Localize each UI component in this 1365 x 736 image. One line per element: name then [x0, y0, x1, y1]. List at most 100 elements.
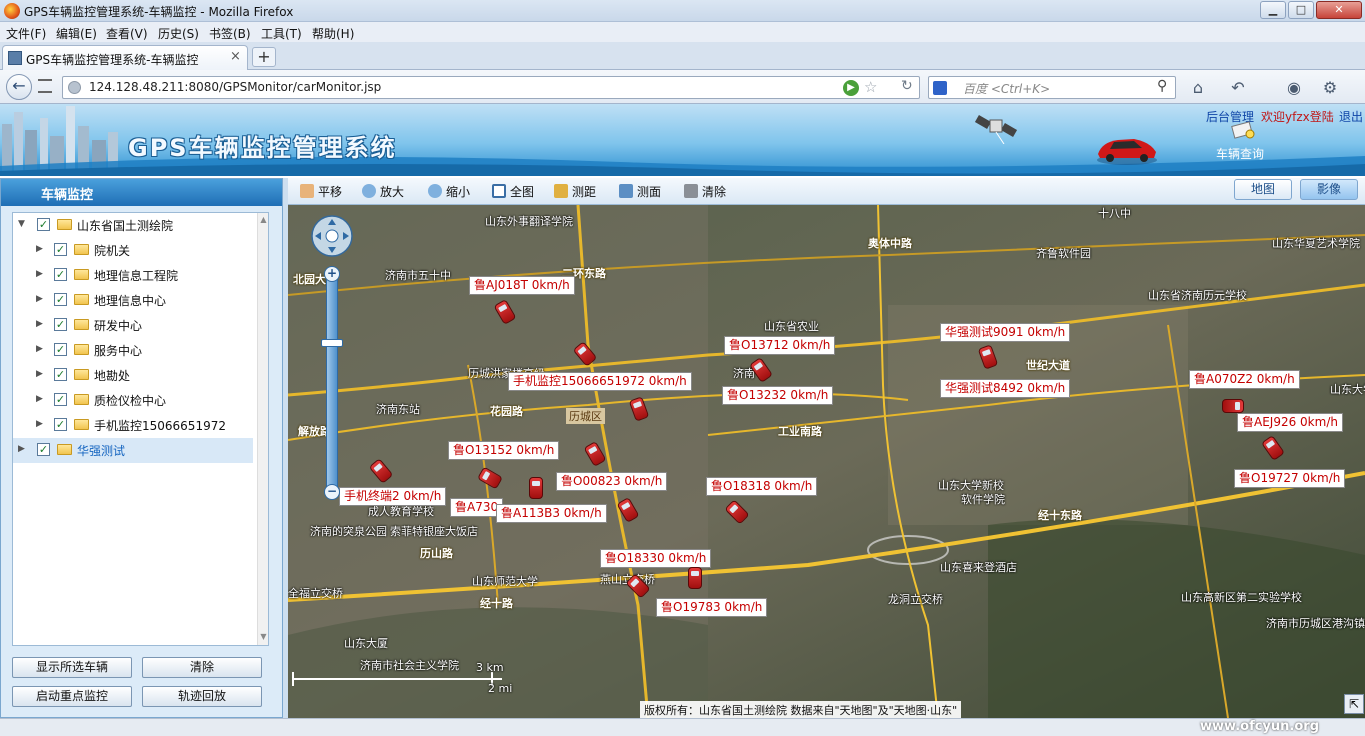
vehicle-label[interactable]: 鲁O13152 0km/h	[448, 441, 560, 460]
tree-node-selected[interactable]: ▶ ✓ 华强测试	[13, 438, 253, 463]
tree-node-label[interactable]: 服务中心	[94, 342, 142, 359]
go-arrow-icon[interactable]: ▶	[843, 80, 859, 96]
pan-control[interactable]	[309, 213, 355, 259]
menu-history[interactable]: 历史(S)	[158, 25, 199, 42]
tree-node[interactable]: ▶ ✓ 地勘处	[13, 363, 253, 388]
zoom-out-icon[interactable]: −	[324, 484, 340, 500]
expand-triangle-icon[interactable]: ▶	[36, 394, 43, 404]
vehicle-label[interactable]: 鲁AEJ926 0km/h	[1237, 413, 1343, 432]
expand-triangle-icon[interactable]: ▶	[36, 244, 43, 254]
tree-checkbox[interactable]: ✓	[54, 368, 67, 381]
scroll-up-arrow-icon[interactable]: ▲	[258, 215, 268, 224]
menu-bookmarks[interactable]: 书签(B)	[209, 25, 251, 42]
tab-close-icon[interactable]: ×	[230, 49, 241, 64]
browser-tab[interactable]: GPS车辆监控管理系统-车辆监控 ×	[2, 45, 248, 70]
zoom-in-tool[interactable]: 放大	[362, 183, 404, 201]
tree-checkbox[interactable]: ✓	[54, 418, 67, 431]
minimize-button[interactable]: ▁	[1260, 1, 1286, 19]
menu-file[interactable]: 文件(F)	[6, 25, 46, 42]
tree-scrollbar[interactable]: ▲ ▼	[257, 213, 268, 645]
track-playback-button[interactable]: 轨迹回放	[142, 686, 262, 707]
vehicle-label[interactable]: 鲁O19783 0km/h	[656, 598, 768, 617]
zoom-out-tool[interactable]: 缩小	[428, 183, 470, 201]
start-key-monitor-button[interactable]: 启动重点监控	[12, 686, 132, 707]
vehicle-query-link[interactable]: 车辆查询	[1216, 145, 1264, 162]
satellite-view-tab[interactable]: 影像	[1300, 179, 1358, 200]
expand-triangle-icon[interactable]: ▶	[36, 344, 43, 354]
measure-area-tool[interactable]: 测面	[619, 183, 661, 201]
vehicle-label[interactable]: 鲁O13232 0km/h	[722, 386, 834, 405]
menu-view[interactable]: 查看(V)	[106, 25, 148, 42]
menu-tools[interactable]: 工具(T)	[261, 25, 302, 42]
back-arrow-icon[interactable]: ←	[6, 74, 32, 100]
tree-node-label[interactable]: 山东省国土测绘院	[77, 217, 173, 234]
url-text[interactable]: 124.128.48.211:8080/GPSMonitor/carMonito…	[89, 80, 381, 94]
measure-distance-tool[interactable]: 测距	[554, 183, 596, 201]
logout-link[interactable]: 退出	[1339, 108, 1363, 125]
expand-triangle-icon[interactable]: ▶	[36, 269, 43, 279]
close-window-button[interactable]: ✕	[1316, 1, 1362, 19]
history-list-icon[interactable]	[38, 79, 52, 93]
bookmark-star-icon[interactable]: ☆	[864, 78, 877, 96]
vehicle-label[interactable]: 鲁A113B3 0km/h	[496, 504, 607, 523]
satellite-map[interactable]: 山东外事翻译学院 济南市五十中 山东省农业 历城洪家楼高级 济南东站 历城区 山…	[288, 205, 1365, 718]
reload-icon[interactable]: ↻	[901, 78, 913, 94]
vehicle-label[interactable]: 手机终端2 0km/h	[339, 487, 447, 506]
tree-checkbox[interactable]: ✓	[54, 318, 67, 331]
vehicle-label[interactable]: 鲁O00823 0km/h	[556, 472, 668, 491]
maximize-button[interactable]: □	[1288, 1, 1314, 19]
addon-icon[interactable]: ◉	[1284, 78, 1304, 98]
tree-node-label[interactable]: 华强测试	[77, 442, 125, 459]
vehicle-query-icon[interactable]	[1230, 120, 1256, 140]
tree-node[interactable]: ▶ ✓ 质检仪检中心	[13, 388, 253, 413]
scroll-down-arrow-icon[interactable]: ▼	[258, 632, 268, 641]
show-selected-vehicles-button[interactable]: 显示所选车辆	[12, 657, 132, 678]
tree-node[interactable]: ▶ ✓ 地理信息工程院	[13, 263, 253, 288]
tree-node-label[interactable]: 地理信息工程院	[94, 267, 178, 284]
tree-checkbox[interactable]: ✓	[37, 218, 50, 231]
baidu-paw-icon[interactable]	[933, 81, 947, 95]
tree-node[interactable]: ▶ ✓ 服务中心	[13, 338, 253, 363]
zoom-in-icon[interactable]: +	[324, 266, 340, 282]
vehicle-label[interactable]: 鲁O18330 0km/h	[600, 549, 712, 568]
tree-checkbox[interactable]: ✓	[54, 268, 67, 281]
tree-checkbox[interactable]: ✓	[54, 293, 67, 306]
vehicle-label[interactable]: 华强测试9091 0km/h	[940, 323, 1071, 342]
expand-triangle-icon[interactable]: ▶	[36, 419, 43, 429]
tree-node-label[interactable]: 质检仪检中心	[94, 392, 166, 409]
home-icon[interactable]: ⌂	[1188, 78, 1208, 98]
tree-checkbox[interactable]: ✓	[37, 443, 50, 456]
vehicle-marker-icon[interactable]	[529, 477, 543, 499]
vehicle-label[interactable]: 手机监控15066651972 0km/h	[508, 372, 692, 391]
vehicle-label[interactable]: 鲁O13712 0km/h	[724, 336, 836, 355]
vehicle-label[interactable]: 鲁O19727 0km/h	[1234, 469, 1346, 488]
menu-help[interactable]: 帮助(H)	[312, 25, 354, 42]
zoom-slider-knob[interactable]	[321, 339, 343, 347]
pan-tool[interactable]: 平移	[300, 183, 342, 201]
tree-node-label[interactable]: 地理信息中心	[94, 292, 166, 309]
tree-checkbox[interactable]: ✓	[54, 343, 67, 356]
vehicle-marker-icon[interactable]	[688, 567, 702, 589]
tools-gear-icon[interactable]: ⚙	[1320, 78, 1340, 98]
expand-triangle-icon[interactable]: ▶	[18, 444, 25, 454]
tree-checkbox[interactable]: ✓	[54, 243, 67, 256]
vehicle-label[interactable]: 鲁O18318 0km/h	[706, 477, 818, 496]
vehicle-marker-icon[interactable]	[1222, 399, 1244, 413]
clear-selection-button[interactable]: 清除	[142, 657, 262, 678]
new-tab-button[interactable]: +	[252, 47, 276, 67]
vehicle-label[interactable]: 华强测试8492 0km/h	[940, 379, 1071, 398]
map-view-tab[interactable]: 地图	[1234, 179, 1292, 200]
tree-node-label[interactable]: 手机监控15066651972	[94, 417, 226, 434]
collapse-triangle-icon[interactable]: ▼	[18, 219, 25, 229]
tree-node-label[interactable]: 院机关	[94, 242, 130, 259]
expand-triangle-icon[interactable]: ▶	[36, 319, 43, 329]
overview-map-toggle-icon[interactable]: ⇱	[1344, 694, 1364, 714]
expand-triangle-icon[interactable]: ▶	[36, 369, 43, 379]
menu-edit[interactable]: 编辑(E)	[56, 25, 97, 42]
search-bar[interactable]: 百度 <Ctrl+K> ⚲	[928, 76, 1176, 99]
expand-triangle-icon[interactable]: ▶	[36, 294, 43, 304]
tree-node-label[interactable]: 地勘处	[94, 367, 130, 384]
zoom-slider[interactable]	[326, 268, 338, 494]
url-bar[interactable]: 124.128.48.211:8080/GPSMonitor/carMonito…	[62, 76, 920, 99]
undo-close-icon[interactable]: ↶	[1228, 78, 1248, 98]
